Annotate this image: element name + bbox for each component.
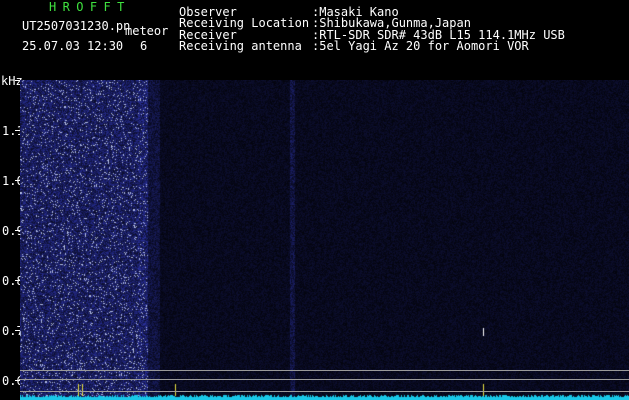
app-title: HROFFT: [49, 0, 131, 14]
filename-label: UT2507031230.pn: [22, 19, 131, 33]
spectrogram-window: HROFFT UT2507031230.pn meteor 25.07.03 1…: [0, 0, 629, 400]
frequency-marker-line: [20, 391, 629, 392]
frequency-marker-line: [20, 370, 629, 371]
spectrogram-canvas: [20, 80, 629, 400]
spectrogram-plot: [20, 80, 629, 400]
antenna-label: Receiving antenna: [179, 39, 302, 53]
frequency-marker-line: [20, 379, 629, 380]
datetime-label: 25.07.03 12:30: [22, 39, 124, 53]
meteor-count: 6: [140, 39, 148, 53]
antenna-value: :5el Yagi Az 20 for Aomori VOR: [312, 39, 529, 53]
meteor-tag: meteor: [125, 24, 169, 38]
